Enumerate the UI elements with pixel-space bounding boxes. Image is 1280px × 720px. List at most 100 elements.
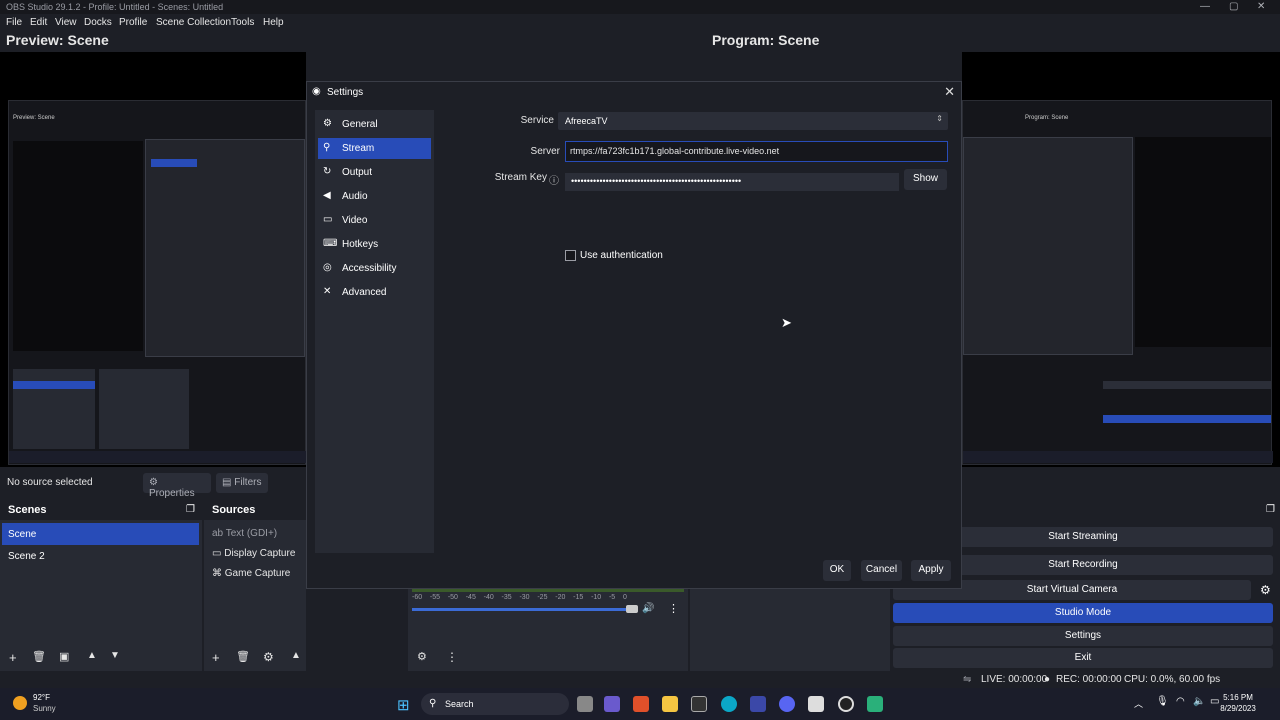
server-input[interactable]: rtmps://fa723fc1b171.global-contribute.l… <box>565 141 948 162</box>
preview-canvas[interactable]: Preview: Scene <box>0 52 307 467</box>
scene-item[interactable]: Scene 2 <box>2 545 199 567</box>
nav-general[interactable]: ⚙ General <box>318 114 431 135</box>
remove-scene-icon[interactable]: 🗑 <box>32 650 46 663</box>
source-properties-icon[interactable]: ⚙ <box>263 650 274 664</box>
menu-profile[interactable]: Profile <box>119 17 147 28</box>
chevron-up-icon[interactable]: ︿ <box>1134 697 1143 710</box>
network-icon: ⇋ <box>963 674 972 685</box>
mixer-settings-icon[interactable]: ⚙ <box>417 650 427 663</box>
menu-tools[interactable]: Tools <box>231 17 254 28</box>
use-auth-checkbox[interactable] <box>565 250 576 261</box>
program-label: Program: Scene <box>712 32 820 48</box>
edge-icon[interactable] <box>721 696 737 712</box>
remove-source-icon[interactable]: 🗑 <box>236 650 250 663</box>
scene-filters-icon[interactable]: ▣ <box>59 650 69 663</box>
monitor-icon: ▭ <box>212 548 225 559</box>
app-green-icon[interactable] <box>867 696 883 712</box>
program-canvas: Program: Scene <box>962 52 1280 467</box>
nav-stream[interactable]: ⚲ Stream <box>318 138 431 159</box>
notes-icon[interactable] <box>808 696 824 712</box>
settings-button[interactable]: Settings <box>893 626 1273 646</box>
brave-icon[interactable] <box>633 696 649 712</box>
text-icon: ab <box>212 528 226 539</box>
filter-icon: ▤ <box>222 477 235 488</box>
add-scene-icon[interactable]: + <box>9 650 17 665</box>
undock-controls-icon[interactable]: ❐ <box>1266 504 1275 515</box>
properties-button[interactable]: ⚙ Properties <box>143 473 211 499</box>
exit-button[interactable]: Exit <box>893 648 1273 668</box>
server-label: Server <box>530 146 560 157</box>
microphone-icon[interactable]: 🎙 <box>1156 696 1169 707</box>
nav-video[interactable]: ▭ Video <box>318 210 431 231</box>
menu-scene-collection[interactable]: Scene Collection <box>156 17 231 28</box>
speaker-icon[interactable]: 🔊 <box>642 603 654 614</box>
volume-icon[interactable]: 🔈 <box>1193 696 1205 707</box>
add-source-icon[interactable]: + <box>212 650 220 665</box>
teams-icon[interactable] <box>604 696 620 712</box>
discord-icon[interactable] <box>779 696 795 712</box>
source-up-icon[interactable]: ▲ <box>291 650 301 661</box>
sun-icon <box>13 696 27 710</box>
nav-audio[interactable]: ◀ Audio <box>318 186 431 207</box>
task-view-icon[interactable] <box>577 696 593 712</box>
studio-mode-button[interactable]: Studio Mode <box>893 603 1273 623</box>
speaker-icon: ◀ <box>323 190 331 201</box>
menu-help[interactable]: Help <box>263 17 284 28</box>
maximize-icon[interactable]: ▢ <box>1229 1 1238 12</box>
mixer-more-icon[interactable]: ⋮ <box>446 650 458 664</box>
mouse-cursor-icon: ➤ <box>781 315 792 330</box>
scenes-title: Scenes <box>8 504 47 516</box>
apply-button[interactable]: Apply <box>911 560 951 581</box>
help-icon[interactable]: ⓘ <box>549 172 559 187</box>
menu-file[interactable]: File <box>6 17 22 28</box>
nav-output[interactable]: ↻ Output <box>318 162 431 183</box>
nav-advanced[interactable]: ✕ Advanced <box>318 282 431 303</box>
service-select[interactable]: AfreecaTV ⇕ <box>558 112 948 130</box>
menu-view[interactable]: View <box>55 17 77 28</box>
cancel-button[interactable]: Cancel <box>861 560 902 581</box>
settings-dialog-header: ◉ Settings ✕ <box>307 82 961 102</box>
volume-slider-handle[interactable] <box>626 605 638 613</box>
clock-date[interactable]: 8/29/2023 <box>1212 704 1264 713</box>
move-down-icon[interactable]: ▼ <box>110 650 120 661</box>
file-explorer-icon[interactable] <box>662 696 678 712</box>
move-up-icon[interactable]: ▲ <box>87 650 97 661</box>
taskbar-search[interactable]: ⚲ Search <box>421 693 569 715</box>
settings-dialog: ◉ Settings ✕ ⚙ General ⚲ Stream ↻ Output ◀ A… <box>306 81 962 589</box>
virtual-camera-settings-icon[interactable]: ⚙ <box>1260 583 1271 597</box>
source-item[interactable]: ⌘ Game Capture <box>212 568 290 579</box>
settings-nav: ⚙ General ⚲ Stream ↻ Output ◀ Audio ▭ Video ⌨… <box>315 110 434 553</box>
ok-button[interactable]: OK <box>823 560 851 581</box>
scenes-dock: Scenes ❐ Scene Scene 2 <box>0 501 202 671</box>
stream-key-input[interactable]: ••••••••••••••••••••••••••••••••••••••••… <box>565 173 899 191</box>
output-icon: ↻ <box>323 166 332 177</box>
windows-start-icon[interactable]: ⊞ <box>397 696 410 714</box>
minimize-icon[interactable]: — <box>1200 1 1210 12</box>
nav-hotkeys[interactable]: ⌨ Hotkeys <box>318 234 431 255</box>
weather-temp[interactable]: 92°F <box>33 693 50 702</box>
source-item[interactable]: ab Text (GDI+) <box>212 528 277 539</box>
record-icon: ● <box>1044 674 1051 685</box>
sources-title: Sources <box>212 504 256 516</box>
app-icon[interactable] <box>691 696 707 712</box>
obs-icon[interactable] <box>838 696 854 712</box>
undock-icon[interactable]: ❐ <box>186 504 195 515</box>
clock-time[interactable]: 5:16 PM <box>1218 693 1258 702</box>
menu-docks[interactable]: Docks <box>84 17 112 28</box>
filters-button[interactable]: ▤ Filters <box>216 473 268 493</box>
menu-edit[interactable]: Edit <box>30 17 47 28</box>
mixer-menu-icon[interactable]: ⋮ <box>668 602 679 615</box>
source-item[interactable]: ▭ Display Capture <box>212 548 295 559</box>
wifi-icon[interactable]: ◠ <box>1176 696 1185 707</box>
scene-item[interactable]: Scene <box>2 523 199 545</box>
nav-accessibility[interactable]: ◎ Accessibility <box>318 258 431 279</box>
stream-key-label: Stream Key <box>494 172 547 183</box>
obs-logo-icon: ◉ <box>312 86 321 97</box>
volume-slider[interactable] <box>412 608 638 611</box>
close-icon[interactable]: ✕ <box>1257 1 1265 12</box>
windows-taskbar: 92°F Sunny ⊞ ⚲ Search ︿ 🎙 ◠ 🔈 ▭ 5:16 PM … <box>0 688 1280 720</box>
close-icon[interactable]: ✕ <box>944 84 955 100</box>
editor-icon[interactable] <box>750 696 766 712</box>
show-key-button[interactable]: Show <box>904 169 947 190</box>
status-bar: ⇋ LIVE: 00:00:00 ● REC: 00:00:00 CPU: 0.… <box>0 671 1280 688</box>
